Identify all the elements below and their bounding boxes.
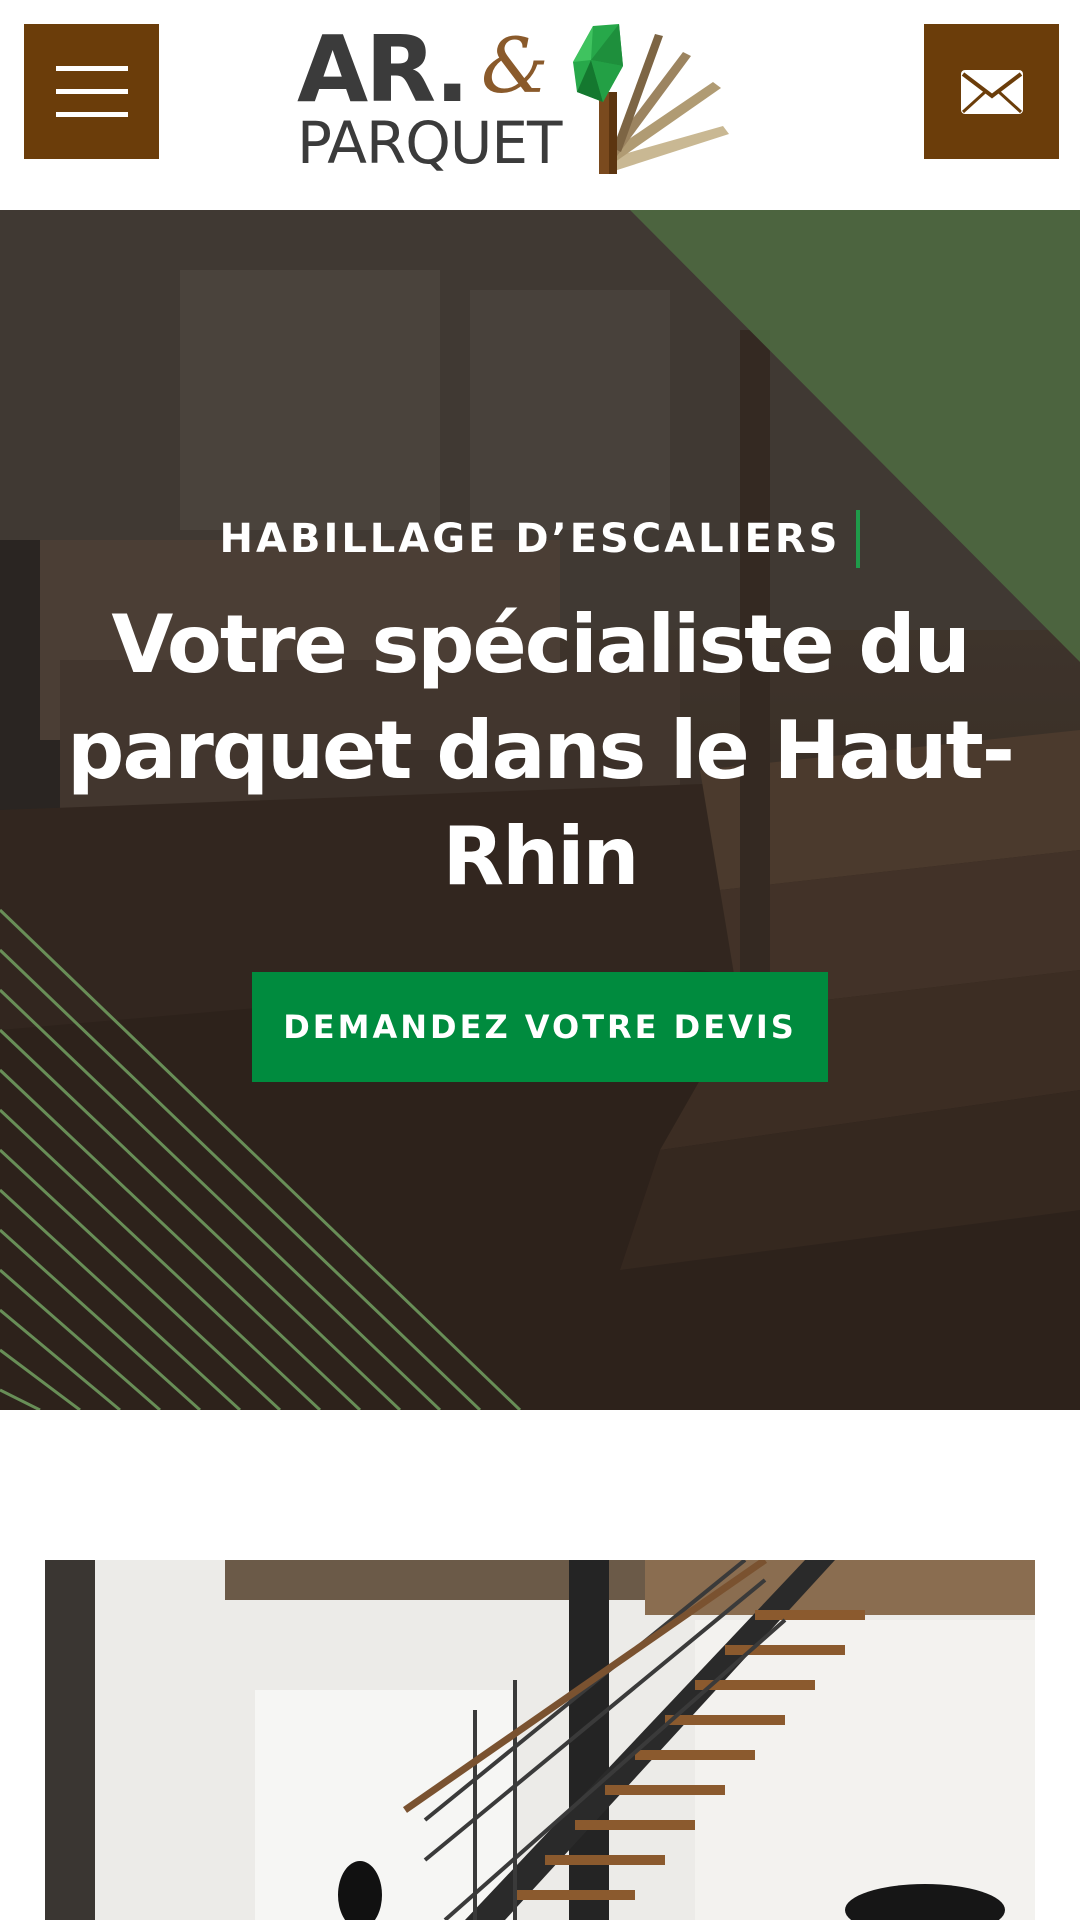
hero-title: Votre spécialiste du parquet dans le Hau… — [67, 598, 1015, 903]
envelope-icon — [960, 69, 1023, 114]
tree-planks-logo-icon — [573, 24, 729, 174]
menu-button[interactable] — [24, 24, 159, 159]
hero-section: HABILLAGE D’ESCALIERS Votre spécialiste … — [0, 210, 1080, 1410]
request-quote-button[interactable]: DEMANDEZ VOTRE DEVIS — [252, 972, 828, 1082]
staircase-photo — [45, 1560, 1035, 1920]
hamburger-menu-icon-bar — [55, 112, 128, 117]
hero-eyebrow: HABILLAGE D’ESCALIERS — [220, 510, 861, 568]
logo-text-ampersand: & — [481, 21, 549, 110]
hero-content: HABILLAGE D’ESCALIERS Votre spécialiste … — [0, 210, 1080, 1410]
contact-button[interactable] — [924, 24, 1059, 159]
site-logo[interactable]: AR. & PARQUET — [295, 22, 785, 184]
hamburger-menu-icon-bar — [55, 89, 128, 94]
hamburger-menu-icon — [55, 66, 128, 71]
logo-text-ar: AR. — [297, 16, 470, 123]
hero-eyebrow-wrap: HABILLAGE D’ESCALIERS — [0, 510, 1080, 568]
site-header: AR. & PARQUET — [0, 0, 1080, 210]
logo-text-parquet: PARQUET — [297, 109, 562, 177]
request-quote-label: DEMANDEZ VOTRE DEVIS — [283, 1008, 797, 1046]
staircase-image — [45, 1560, 1035, 1920]
